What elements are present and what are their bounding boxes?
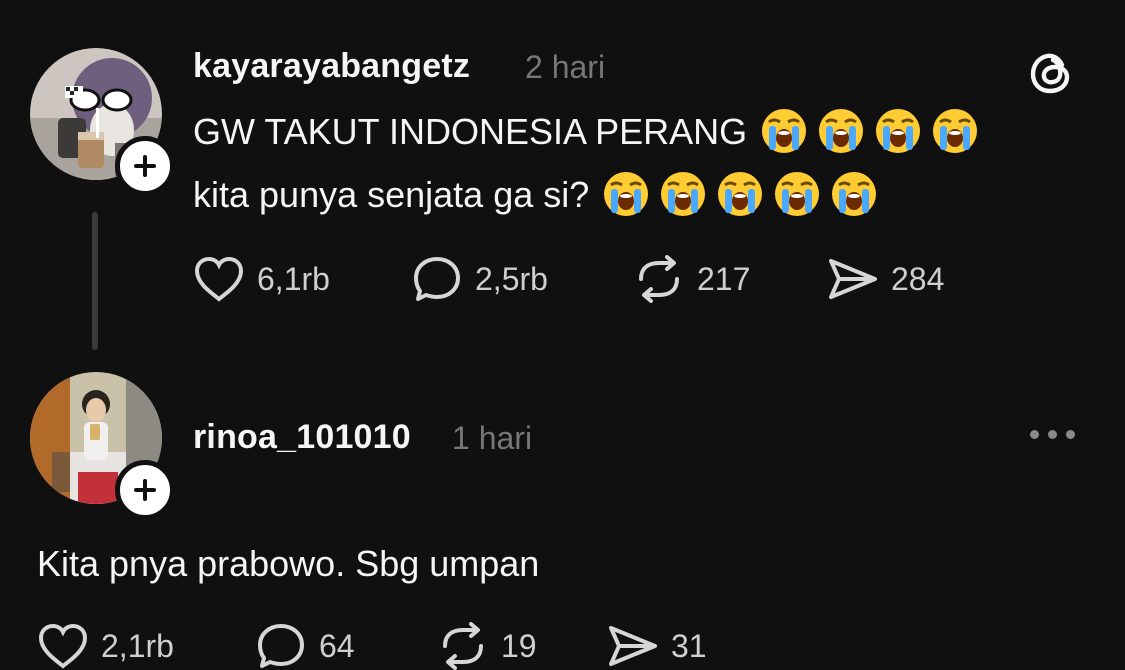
repost-count: 19: [501, 627, 537, 664]
share-count: 31: [671, 627, 707, 664]
post-text: Kita pnya prabowo. Sbg umpan: [37, 543, 540, 584]
repost-icon: [443, 622, 483, 670]
like-count: 2,1rb: [101, 627, 174, 664]
username[interactable]: rinoa_101010: [193, 418, 411, 457]
dot: [1048, 430, 1057, 439]
post-actions: 2,1rb 64 19 31: [37, 622, 707, 670]
repost-button[interactable]: 19: [437, 622, 607, 670]
like-button[interactable]: 2,1rb: [37, 622, 255, 670]
reply-count: 64: [319, 627, 355, 664]
dot: [1030, 430, 1039, 439]
timestamp: 1 hari: [452, 420, 533, 456]
plus-icon: [134, 479, 156, 501]
reply-button[interactable]: 64: [255, 622, 437, 670]
heart-icon: [38, 623, 88, 669]
dot: [1066, 430, 1075, 439]
post-2: rinoa_101010 1 hari Kita pnya prabowo. S…: [0, 0, 1125, 670]
comment-bubble-icon: [258, 624, 304, 668]
send-icon: [609, 626, 657, 666]
follow-button[interactable]: [115, 460, 175, 520]
share-button[interactable]: 31: [607, 622, 707, 670]
more-dots-icon[interactable]: [1030, 430, 1075, 439]
